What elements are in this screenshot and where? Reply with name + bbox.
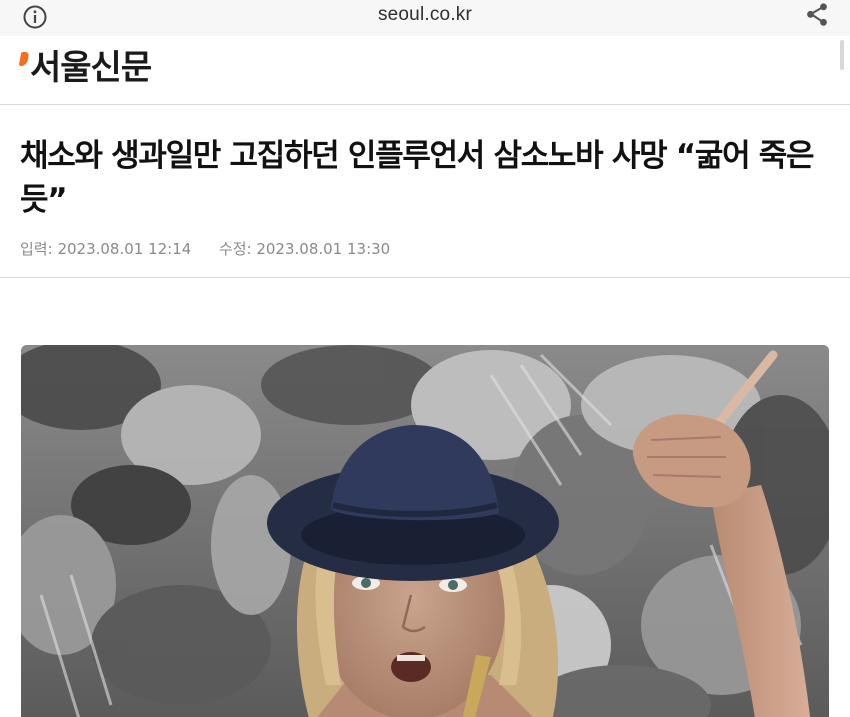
- url-text[interactable]: seoul.co.kr: [0, 4, 850, 26]
- updated-time: 2023.08.01 13:30: [256, 240, 391, 258]
- meta-divider: [0, 277, 850, 278]
- article-page: seoul.co.kr 서울신문 채소와 생과일만 고집하던 인플루언서 삼소노…: [0, 0, 850, 717]
- header-divider: [0, 104, 850, 105]
- published-time: 2023.08.01 12:14: [57, 240, 192, 258]
- published-label: 입력:: [20, 240, 53, 258]
- article-headline: 채소와 생과일만 고집하던 인플루언서 삼소노바 사망 “굶어 죽은 듯”: [20, 138, 815, 218]
- browser-address-bar: seoul.co.kr: [0, 0, 850, 36]
- share-icon[interactable]: [804, 2, 830, 28]
- article-meta: 입력: 2023.08.01 12:14 수정: 2023.08.01 13:3…: [20, 238, 390, 259]
- woman-in-hat-photo: [21, 345, 829, 717]
- site-logo[interactable]: 서울신문: [18, 46, 152, 96]
- logo-accent-mark: [18, 52, 30, 66]
- article-photo[interactable]: [21, 345, 829, 717]
- updated-label: 수정:: [218, 240, 252, 258]
- scrollbar-thumb[interactable]: [840, 40, 844, 70]
- site-header: 서울신문: [0, 36, 850, 104]
- logo-text: 서울신문: [30, 48, 152, 88]
